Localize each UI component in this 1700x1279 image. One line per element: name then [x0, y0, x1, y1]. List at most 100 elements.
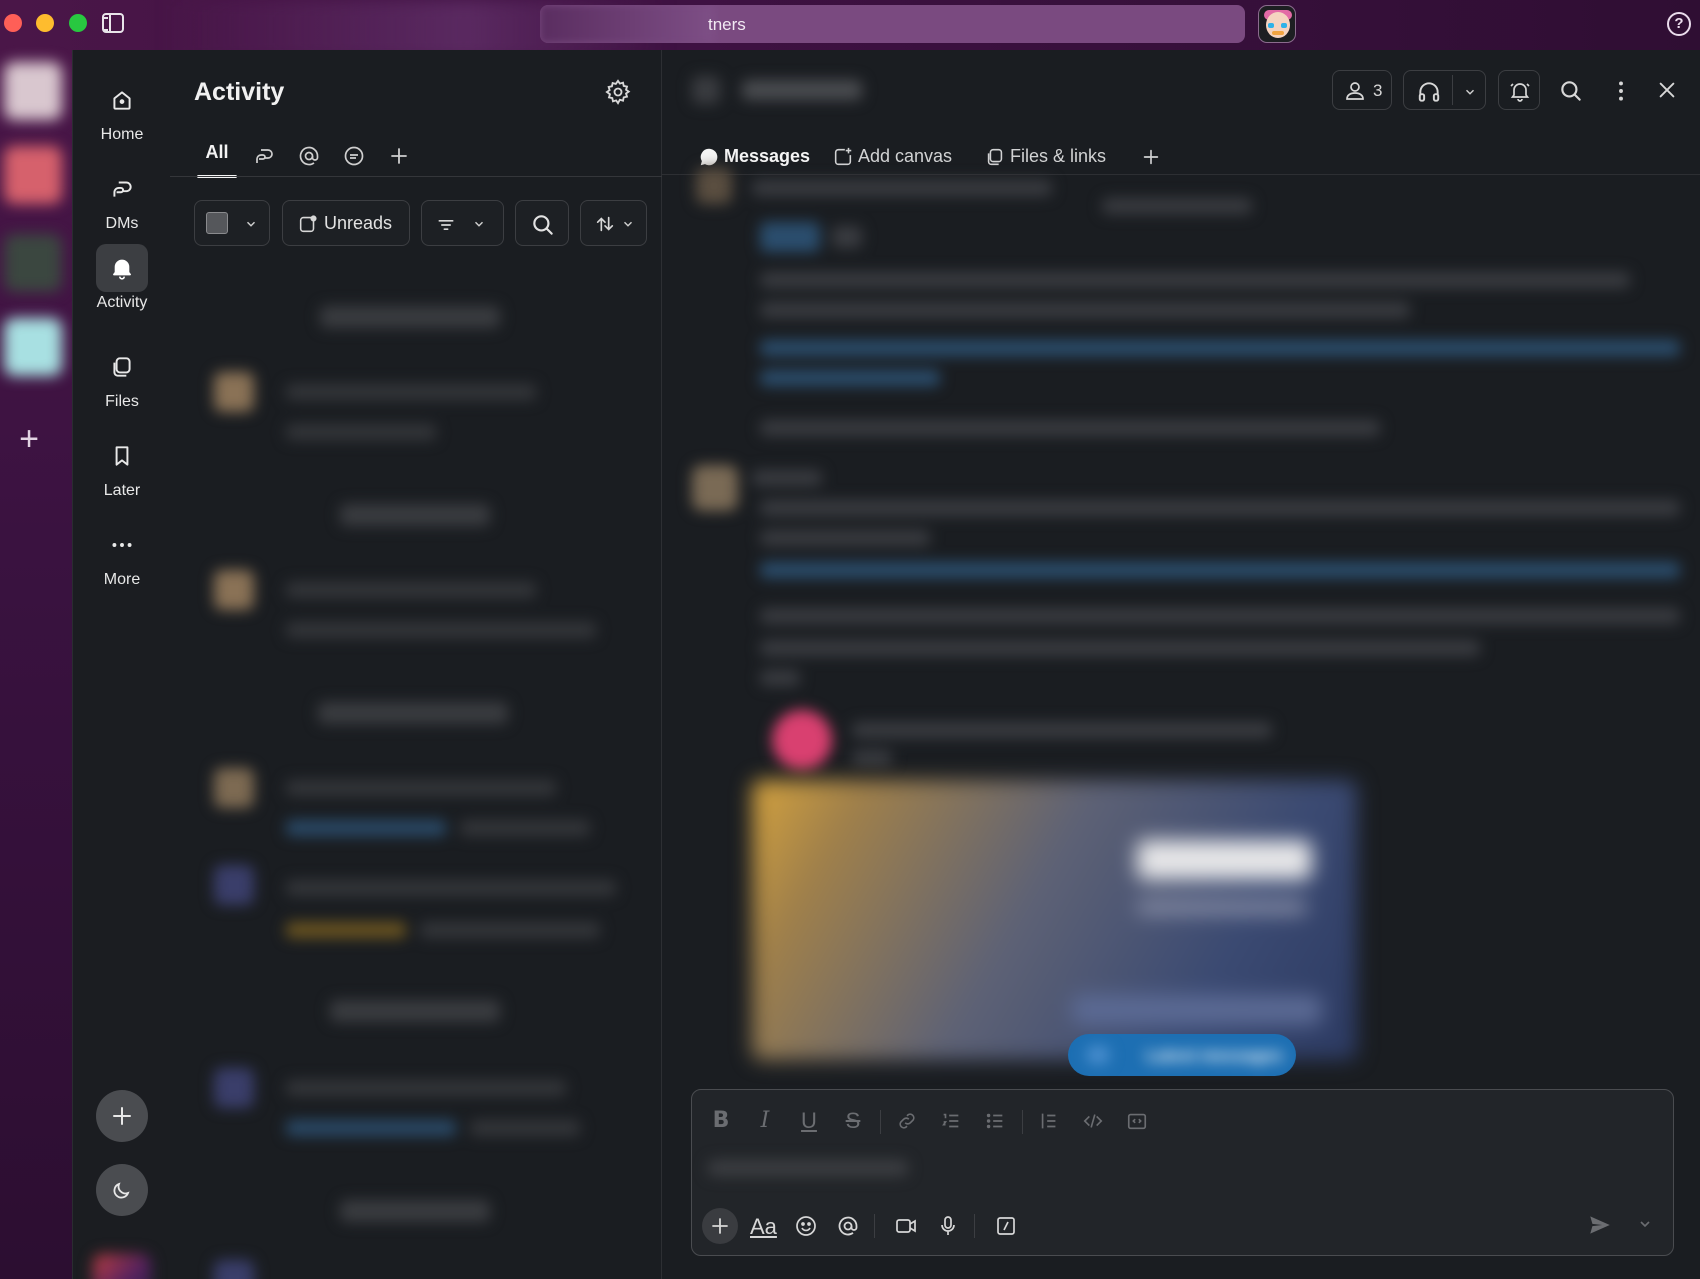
select-all-button[interactable] — [194, 200, 270, 246]
nav-item-activity[interactable]: Activity — [73, 244, 171, 312]
list-item[interactable] — [470, 1120, 580, 1136]
close-panel-button[interactable] — [1646, 70, 1686, 110]
code-icon[interactable] — [1078, 1104, 1108, 1138]
members-button[interactable]: 3 — [1332, 70, 1392, 110]
nav-item-later[interactable]: Later — [73, 432, 171, 500]
tab-messages[interactable]: Messages — [698, 138, 818, 172]
avatar[interactable] — [214, 1260, 254, 1279]
mention-icon[interactable] — [297, 138, 327, 178]
reactions-icon[interactable] — [342, 138, 372, 178]
avatar[interactable] — [214, 1068, 254, 1108]
list-group-header — [318, 702, 508, 724]
filter-button[interactable] — [421, 200, 504, 246]
list-item[interactable] — [420, 922, 600, 938]
list-item[interactable] — [286, 384, 536, 400]
more-options-button[interactable] — [1606, 70, 1636, 110]
tab-label: Messages — [724, 146, 811, 166]
code-block-icon[interactable] — [1122, 1104, 1152, 1138]
link-icon[interactable] — [892, 1104, 922, 1138]
mention-icon — [838, 1216, 858, 1236]
tab-add-canvas[interactable]: Add canvas — [832, 138, 957, 172]
threads-icon[interactable] — [252, 138, 282, 178]
settings-gear-icon[interactable] — [604, 78, 632, 111]
ordered-list-icon[interactable] — [936, 1104, 966, 1138]
message-composer[interactable]: B I U S Aa — [691, 1089, 1674, 1256]
list-item[interactable] — [286, 424, 436, 440]
nav-item-more[interactable]: More — [73, 521, 171, 589]
italic-icon[interactable]: I — [750, 1104, 780, 1138]
strikethrough-icon[interactable]: S — [838, 1104, 868, 1138]
avatar[interactable] — [214, 865, 254, 905]
text-format-toggle-button[interactable]: Aa — [746, 1208, 782, 1244]
theme-toggle-button[interactable] — [96, 1164, 148, 1216]
window-minimize-button[interactable] — [36, 14, 54, 32]
message-input[interactable] — [708, 1160, 908, 1180]
emoji-button[interactable] — [788, 1208, 824, 1244]
schedule-send-chevron-icon[interactable] — [1637, 1216, 1653, 1237]
dms-icon — [96, 165, 148, 213]
create-new-button[interactable] — [96, 1090, 148, 1142]
list-item[interactable] — [286, 922, 406, 938]
list-item[interactable] — [286, 820, 446, 836]
workspace-icon[interactable] — [4, 318, 62, 376]
list-item[interactable] — [286, 780, 556, 796]
list-item[interactable] — [286, 582, 536, 598]
nav-rail: Home DMs Activity Files Later More — [72, 50, 170, 1279]
workspace-icon[interactable] — [4, 62, 62, 120]
tab-all[interactable]: All — [194, 138, 240, 178]
help-icon[interactable]: ? — [1667, 12, 1691, 36]
add-tab-icon[interactable] — [1138, 138, 1164, 172]
nav-item-files[interactable]: Files — [73, 343, 171, 411]
list-item[interactable] — [286, 880, 616, 896]
workspace-icon[interactable] — [4, 234, 62, 292]
slash-command-button[interactable] — [988, 1208, 1024, 1244]
avatar[interactable] — [214, 372, 254, 412]
nav-label: Files — [105, 393, 139, 410]
search-activity-button[interactable] — [515, 200, 569, 246]
sort-icon — [596, 216, 614, 232]
huddle-button[interactable] — [1403, 70, 1486, 110]
divider — [170, 176, 662, 177]
nav-item-home[interactable]: Home — [73, 76, 171, 144]
list-item[interactable] — [286, 1120, 456, 1136]
channel-title[interactable] — [692, 72, 872, 108]
nav-item-dms[interactable]: DMs — [73, 165, 171, 233]
microphone-icon — [941, 1216, 955, 1235]
audio-clip-button[interactable] — [930, 1208, 966, 1244]
attach-plus-button[interactable] — [702, 1208, 738, 1244]
search-input[interactable]: tners — [540, 5, 1245, 43]
add-tab-icon[interactable] — [387, 138, 417, 178]
app-logo[interactable] — [1258, 5, 1296, 43]
mention-button[interactable] — [830, 1208, 866, 1244]
list-group-header — [340, 1200, 490, 1222]
sort-button[interactable] — [580, 200, 647, 246]
search-in-channel-button[interactable] — [1548, 70, 1592, 110]
message-image-attachment[interactable] — [752, 780, 1357, 1060]
avatar[interactable] — [214, 570, 254, 610]
window-zoom-button[interactable] — [69, 14, 87, 32]
latest-messages-button[interactable]: Latest messages — [1068, 1034, 1296, 1076]
checkbox-icon[interactable] — [206, 212, 228, 234]
files-icon — [987, 148, 1003, 166]
avatar[interactable] — [93, 1254, 151, 1279]
unreads-filter-button[interactable]: Unreads — [282, 200, 410, 246]
underline-icon[interactable]: U — [794, 1104, 824, 1138]
blockquote-icon[interactable] — [1034, 1104, 1064, 1138]
list-item[interactable] — [286, 1080, 566, 1096]
sidebar-toggle-icon[interactable] — [102, 13, 124, 33]
send-button[interactable] — [1587, 1212, 1613, 1243]
chevron-down-icon — [474, 221, 484, 227]
workspace-icon[interactable] — [4, 146, 62, 204]
tab-files-links[interactable]: Files & links — [984, 138, 1114, 172]
bold-icon[interactable]: B — [706, 1104, 736, 1138]
window-close-button[interactable] — [4, 14, 22, 32]
list-item[interactable] — [460, 820, 590, 836]
add-workspace-icon[interactable]: + — [14, 422, 44, 456]
latest-messages-label: Latest messages — [1146, 1046, 1284, 1065]
bullet-list-icon[interactable] — [980, 1104, 1010, 1138]
avatar[interactable] — [214, 768, 254, 808]
list-item[interactable] — [286, 622, 596, 638]
divider — [662, 174, 1700, 175]
video-clip-button[interactable] — [888, 1208, 924, 1244]
notifications-button[interactable] — [1498, 70, 1540, 110]
